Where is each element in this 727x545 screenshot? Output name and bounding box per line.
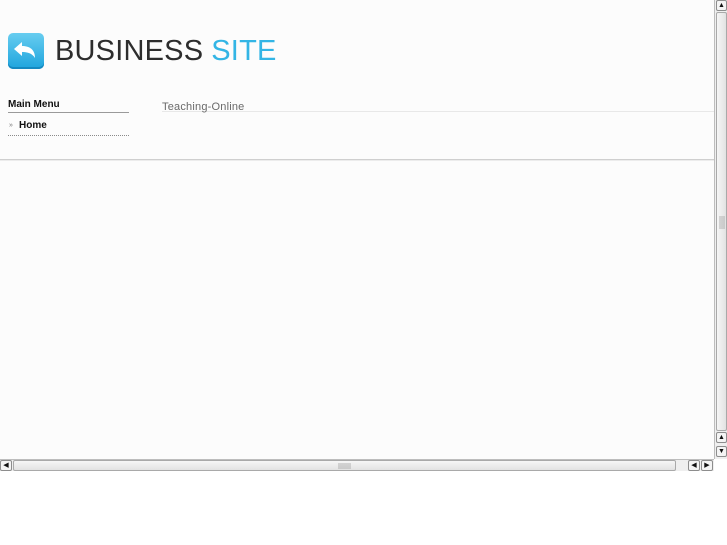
scroll-right-button[interactable]: ▶: [701, 460, 713, 471]
scroll-up-button[interactable]: ▲: [716, 0, 727, 11]
site-title: BUSINESS SITE: [55, 33, 277, 69]
grip-icon: [719, 216, 725, 229]
page-viewport: BUSINESS SITE Main Menu » Home Teaching-O…: [0, 0, 714, 459]
page-heading: Teaching-Online: [162, 101, 245, 113]
content-heading-bar: Teaching-Online: [162, 97, 714, 113]
horizontal-scroll-thumb[interactable]: [13, 460, 676, 471]
scroll-left-button-right[interactable]: ◀: [688, 460, 700, 471]
arrow-return-icon: [8, 33, 44, 69]
grip-icon: [338, 463, 351, 469]
main-menu: Main Menu » Home: [8, 99, 129, 136]
vertical-scroll-thumb[interactable]: [716, 12, 727, 431]
menu-item-label: Home: [19, 120, 47, 131]
vertical-scrollbar[interactable]: ▲ ▲ ▼: [714, 0, 727, 459]
menu-item-home[interactable]: » Home: [8, 120, 129, 136]
site-logo[interactable]: BUSINESS SITE: [8, 33, 277, 69]
site-title-word-site: SITE: [211, 35, 277, 67]
double-chevron-right-icon: »: [9, 122, 13, 129]
horizontal-scrollbar[interactable]: ◀ ◀ ▶: [0, 459, 714, 471]
main-menu-title: Main Menu: [8, 99, 129, 113]
site-title-word-business: BUSINESS: [55, 35, 204, 67]
scroll-up-button-lower[interactable]: ▲: [716, 432, 727, 443]
scroll-left-button[interactable]: ◀: [0, 460, 12, 471]
header-divider: [0, 159, 714, 161]
scroll-down-button[interactable]: ▼: [716, 446, 727, 457]
